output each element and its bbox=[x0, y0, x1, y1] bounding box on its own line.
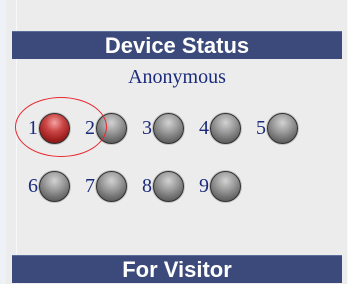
device-6[interactable]: 6 bbox=[26, 170, 70, 202]
device-number: 9 bbox=[199, 175, 209, 197]
visitor-header: For Visitor bbox=[12, 255, 342, 283]
status-led-icon[interactable] bbox=[153, 112, 184, 144]
device-number: 4 bbox=[199, 117, 209, 139]
status-led-icon[interactable] bbox=[39, 112, 70, 144]
device-status-header: Device Status bbox=[12, 31, 342, 59]
status-led-icon[interactable] bbox=[39, 170, 70, 202]
device-number: 2 bbox=[85, 117, 95, 139]
device-number: 5 bbox=[256, 117, 266, 139]
device-1[interactable]: 1 bbox=[26, 112, 70, 144]
device-number: 6 bbox=[28, 175, 38, 197]
device-4[interactable]: 4 bbox=[197, 112, 241, 144]
status-led-icon[interactable] bbox=[153, 170, 184, 202]
status-led-icon[interactable] bbox=[96, 170, 127, 202]
device-number: 1 bbox=[28, 117, 38, 139]
status-led-icon[interactable] bbox=[267, 112, 298, 144]
device-7[interactable]: 7 bbox=[83, 170, 127, 202]
device-status-page: Device Status Anonymous 1 2 3 4 5 6 7 8 … bbox=[0, 0, 348, 284]
status-led-icon[interactable] bbox=[210, 170, 241, 202]
device-3[interactable]: 3 bbox=[140, 112, 184, 144]
device-5[interactable]: 5 bbox=[254, 112, 298, 144]
device-number: 8 bbox=[142, 175, 152, 197]
device-2[interactable]: 2 bbox=[83, 112, 127, 144]
status-led-icon[interactable] bbox=[210, 112, 241, 144]
device-9[interactable]: 9 bbox=[197, 170, 241, 202]
status-led-icon[interactable] bbox=[96, 112, 127, 144]
user-label: Anonymous bbox=[128, 66, 226, 88]
device-8[interactable]: 8 bbox=[140, 170, 184, 202]
device-number: 7 bbox=[85, 175, 95, 197]
device-number: 3 bbox=[142, 117, 152, 139]
